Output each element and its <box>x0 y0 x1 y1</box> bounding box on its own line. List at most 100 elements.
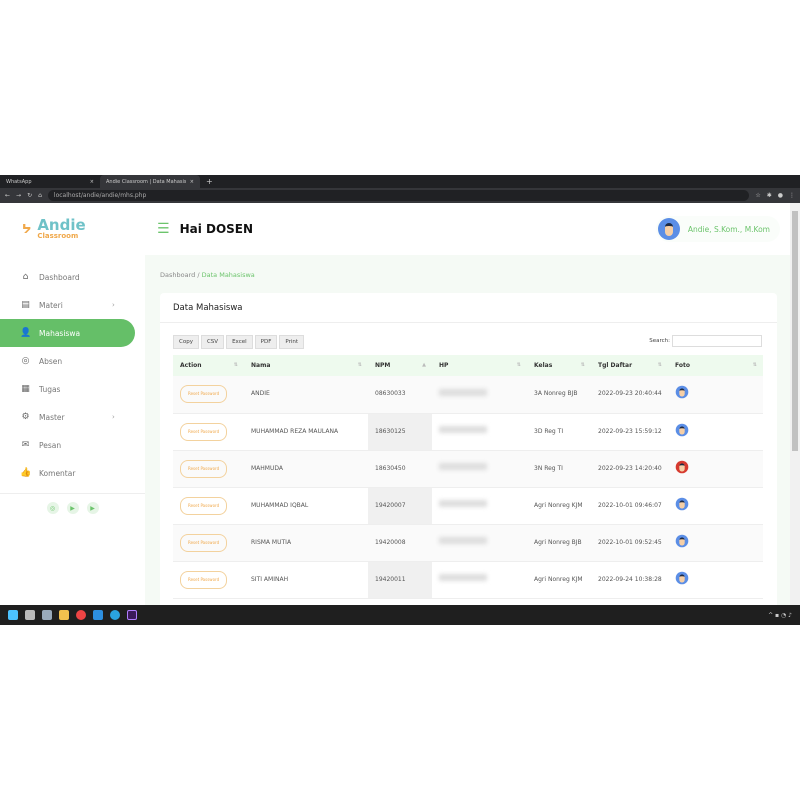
student-photo[interactable] <box>675 571 689 584</box>
column-header-nama[interactable]: Nama ⇅ <box>244 355 368 376</box>
student-photo[interactable] <box>675 385 689 399</box>
table-row: Reset Password RISMA MUTIA 19420008 Agri… <box>173 524 763 562</box>
system-tray[interactable]: ^ ▪ ◔ ♪ <box>768 612 792 619</box>
sidebar-item-mahasiswa[interactable]: 👤 Mahasiswa <box>0 319 135 347</box>
sidebar-item-komentar[interactable]: 👍 Komentar <box>0 459 145 487</box>
tab-whatsapp[interactable]: WhatsApp × <box>0 175 100 188</box>
students-table: Action ⇅ Nama ⇅ NPM ▲ HP ⇅ Kelas ⇅ Tgl Daftar ⇅ Foto… <box>173 355 763 599</box>
home-icon[interactable]: ⌂ <box>38 192 42 199</box>
card-title: Data Mahasiswa <box>160 293 777 323</box>
youtube-icon[interactable]: ▶ <box>86 502 99 514</box>
data-card: Data Mahasiswa Copy CSV Excel PDF Print … <box>160 293 777 613</box>
copy-button[interactable]: Copy <box>173 335 199 349</box>
premiere-icon[interactable] <box>127 610 137 620</box>
sidebar-item-pesan[interactable]: ✉ Pesan <box>0 431 145 459</box>
profile-icon[interactable]: ● <box>778 192 783 199</box>
browser-window: WhatsApp × Andie Classroom | Data Mahasis… <box>0 175 800 625</box>
taskbar: ^ ▪ ◔ ♪ <box>0 605 800 625</box>
print-button[interactable]: Print <box>279 335 305 349</box>
star-icon[interactable]: ☆ <box>755 192 760 199</box>
column-header-action[interactable]: Action ⇅ <box>173 355 244 376</box>
breadcrumb: Dashboard / Data Mahasiswa <box>160 271 255 279</box>
new-tab-icon[interactable]: + <box>206 177 213 186</box>
column-header-npm[interactable]: NPM ▲ <box>368 355 432 376</box>
menu-icon[interactable]: ⋮ <box>789 192 795 199</box>
blurred-phone <box>439 574 487 581</box>
cell-nama: MAHMUDA <box>244 450 368 488</box>
extensions-icon[interactable]: ✱ <box>767 192 772 199</box>
vscode-icon[interactable] <box>93 610 103 620</box>
export-toolbar: Copy CSV Excel PDF Print <box>173 335 305 349</box>
sidebar-item-dashboard[interactable]: ⌂ Dashboard <box>0 263 145 291</box>
scrollbar[interactable] <box>790 203 800 605</box>
sidebar-item-absen[interactable]: ◎ Absen <box>0 347 145 375</box>
student-photo[interactable] <box>675 423 689 436</box>
student-photo[interactable] <box>675 534 689 547</box>
avatar <box>657 218 680 240</box>
table-row: Reset Password MUHAMMAD REZA MAULANA 186… <box>173 413 763 451</box>
sort-icon: ⇅ <box>752 362 757 368</box>
page: ᔭ Andie Classroom ☰ Hai DOSEN Andie, S.Ko… <box>0 203 790 613</box>
cell-nama: RISMA MUTIA <box>244 524 368 562</box>
reset-password-button[interactable]: Reset Password <box>180 422 228 441</box>
close-icon[interactable]: × <box>190 179 194 185</box>
file-explorer-icon[interactable] <box>59 610 69 620</box>
sort-icon: ▲ <box>422 362 426 368</box>
cell-hp <box>432 487 527 525</box>
blurred-phone <box>439 388 487 396</box>
sidebar-item-label: Absen <box>39 356 63 366</box>
pdf-button[interactable]: PDF <box>254 335 278 349</box>
reset-password-button[interactable]: Reset Password <box>180 496 228 515</box>
cell-kelas: 3A Nonreg BJB <box>527 376 591 414</box>
hamburger-icon[interactable]: ☰ <box>157 221 170 237</box>
column-header-foto[interactable]: Foto ⇅ <box>668 355 763 376</box>
student-photo[interactable] <box>675 460 689 473</box>
pesan-icon: ✉ <box>21 440 30 450</box>
cell-nama: MUHAMMAD REZA MAULANA <box>244 413 368 451</box>
tab-andie[interactable]: Andie Classroom | Data Mahasiswa × <box>100 175 200 188</box>
weather-icon[interactable] <box>42 610 52 620</box>
sidebar-item-tugas[interactable]: ▦ Tugas <box>0 375 145 403</box>
excel-button[interactable]: Excel <box>226 335 253 349</box>
back-icon[interactable]: ← <box>5 192 10 199</box>
logo[interactable]: ᔭ Andie Classroom <box>0 217 145 240</box>
instagram-icon[interactable]: ◎ <box>46 502 59 514</box>
cell-hp <box>432 450 527 488</box>
table-row: Reset Password MUHAMMAD IQBAL 19420007 A… <box>173 487 763 525</box>
sidebar-item-label: Tugas <box>39 384 61 394</box>
column-header-kelas[interactable]: Kelas ⇅ <box>527 355 591 376</box>
csv-button[interactable]: CSV <box>200 335 225 349</box>
youtube-icon[interactable]: ▶ <box>66 502 79 514</box>
telegram-icon[interactable] <box>110 610 120 620</box>
reset-password-button[interactable]: Reset Password <box>180 459 228 478</box>
sidebar-item-materi[interactable]: ▤ Materi › <box>0 291 145 319</box>
reset-password-button[interactable]: Reset Password <box>180 533 228 552</box>
cell-hp <box>432 413 527 451</box>
close-icon[interactable]: × <box>90 179 94 185</box>
sidebar: ⌂ Dashboard ▤ Materi › 👤 Mahasiswa ◎ Absen ▦ Tugas… <box>0 255 145 605</box>
cell-kelas: Agri Nonreg BJB <box>527 524 591 562</box>
scrollbar-thumb[interactable] <box>792 211 798 451</box>
logo-icon: ᔭ <box>22 222 32 236</box>
column-header-tgl-daftar[interactable]: Tgl Daftar ⇅ <box>591 355 668 376</box>
reset-password-button[interactable]: Reset Password <box>180 570 228 589</box>
column-header-hp[interactable]: HP ⇅ <box>432 355 527 376</box>
sidebar-item-label: Materi <box>39 300 63 310</box>
task-view-icon[interactable] <box>25 610 35 620</box>
breadcrumb-home[interactable]: Dashboard <box>160 271 195 279</box>
reload-icon[interactable]: ↻ <box>27 192 32 199</box>
cell-nama: ANDIE <box>244 376 368 414</box>
sidebar-item-master[interactable]: ⚙ Master › <box>0 403 145 431</box>
chrome-icon[interactable] <box>76 610 86 620</box>
student-photo[interactable] <box>675 497 689 510</box>
reset-password-button[interactable]: Reset Password <box>180 385 228 404</box>
user-menu[interactable]: Andie, S.Kom., M.Kom <box>655 216 780 242</box>
cell-npm: 18630450 <box>368 450 432 488</box>
sort-icon: ⇅ <box>657 362 662 368</box>
search-input[interactable] <box>672 335 762 347</box>
url-input[interactable]: localhost/andie/andie/mhs.php <box>47 190 750 201</box>
forward-icon[interactable]: → <box>16 192 21 199</box>
cell-kelas: Agri Nonreg KJM <box>527 561 591 599</box>
start-icon[interactable] <box>8 610 18 620</box>
cell-npm: 19420008 <box>368 524 432 562</box>
